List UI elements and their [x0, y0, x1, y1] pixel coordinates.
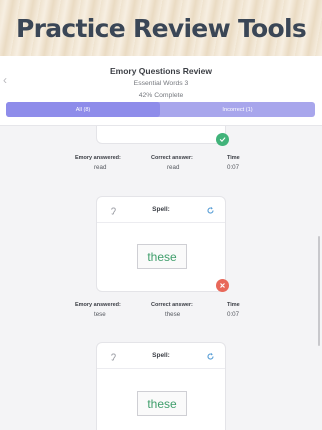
filter-tabs: All (8) Incorrect (1): [6, 102, 315, 117]
results-list: Emory answered: read Correct answer: rea…: [0, 126, 322, 430]
promo-banner: Practice Review Tools: [0, 0, 322, 56]
answered-value: read: [94, 164, 107, 171]
word-display: these: [137, 391, 187, 416]
replay-icon[interactable]: [206, 206, 215, 215]
question-card: Spell: these: [96, 342, 226, 430]
x-icon: [216, 279, 229, 292]
correct-label: Correct answer:: [151, 155, 193, 161]
time-label: Time: [227, 302, 240, 308]
word-display: these: [137, 244, 187, 269]
replay-icon[interactable]: [206, 352, 215, 361]
time-value: 0:07: [227, 311, 240, 318]
tab-all[interactable]: All (8): [6, 102, 160, 117]
correct-label: Correct answer:: [151, 302, 193, 308]
answered-label: Emory answered:: [75, 302, 121, 308]
question-card: Spell: these: [96, 196, 226, 292]
answered-label: Emory answered:: [75, 155, 121, 161]
time-label: Time: [227, 155, 240, 161]
scrollbar[interactable]: [318, 236, 320, 346]
answered-value: tese: [94, 311, 106, 318]
correct-value: these: [165, 311, 181, 318]
review-header: ‹ Emory Questions Review Essential Words…: [0, 56, 322, 126]
tab-incorrect[interactable]: Incorrect (1): [160, 102, 315, 117]
time-value: 0:07: [227, 164, 240, 171]
lesson-subtitle: Essential Words 3: [133, 80, 189, 87]
correct-value: read: [167, 164, 180, 171]
check-icon: [216, 133, 229, 146]
banner-title: Practice Review Tools: [16, 13, 307, 43]
page-title: Emory Questions Review: [109, 66, 213, 76]
card-header: Spell:: [97, 343, 225, 369]
question-card: [96, 126, 226, 144]
progress-text: 42% Complete: [138, 92, 184, 99]
card-header: Spell:: [97, 197, 225, 223]
